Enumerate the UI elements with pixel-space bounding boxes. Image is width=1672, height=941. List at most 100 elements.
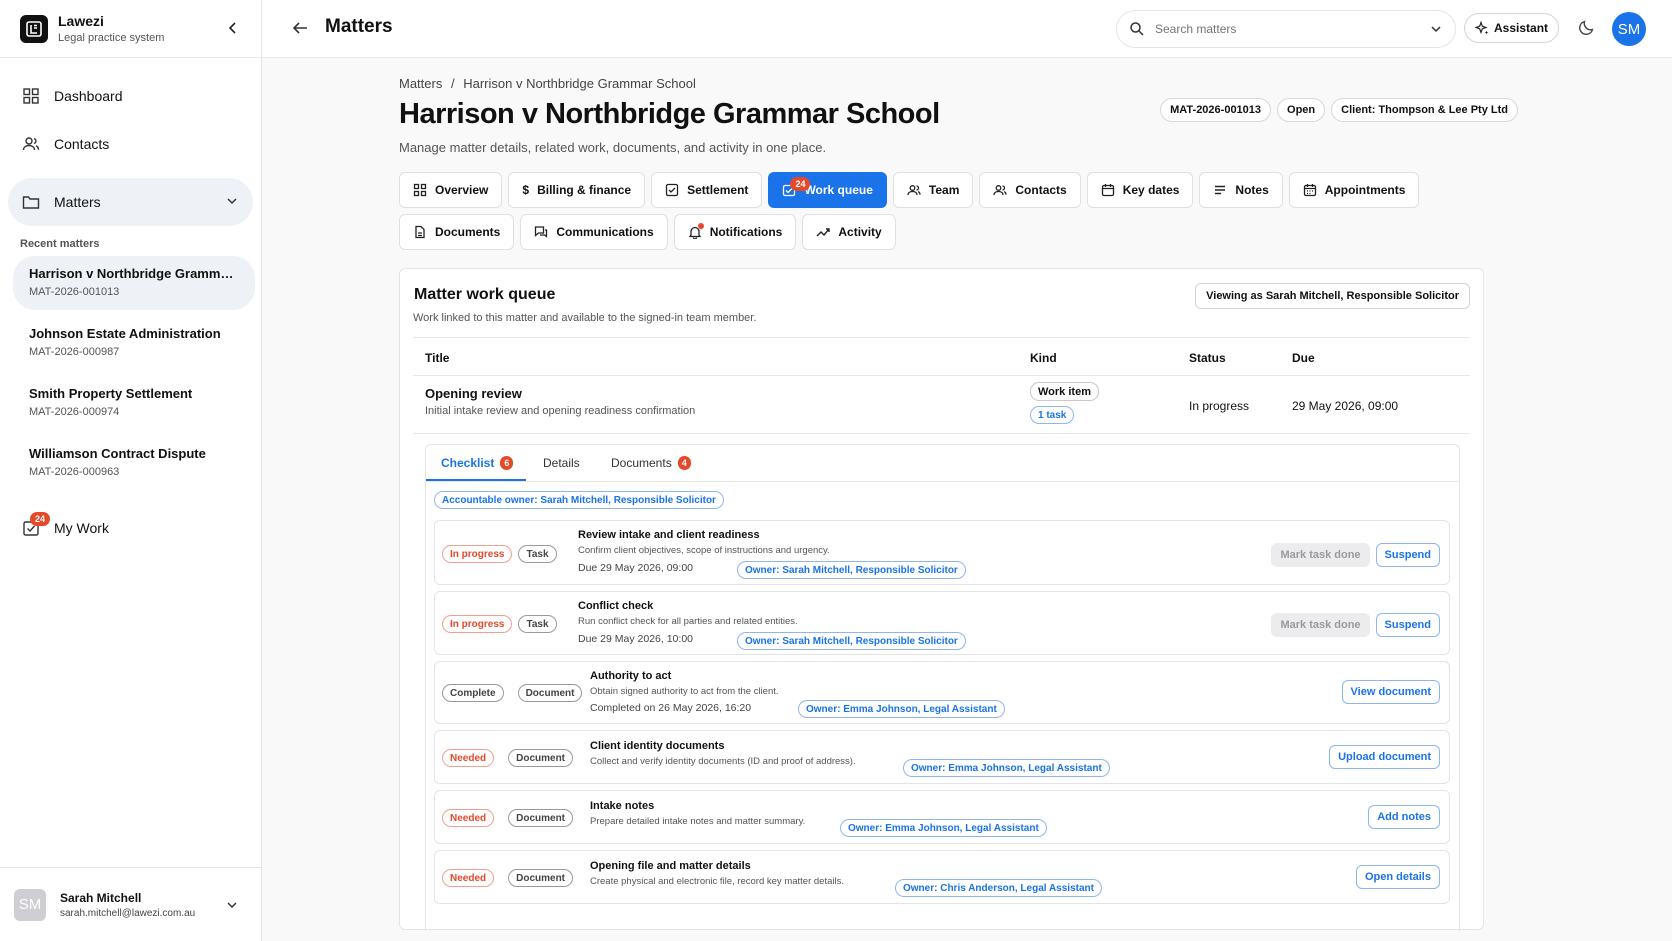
tab-label: Activity [838,225,882,239]
user-name: Sarah Mitchell [60,890,142,905]
task-owner-tag: Owner: Sarah Mitchell, Responsible Solic… [737,561,966,579]
task-desc: Run conflict check for all parties and r… [578,616,798,627]
recent-matter-code: MAT-2026-000987 [29,346,120,358]
tab-details[interactable]: Details [543,456,580,470]
tab-notifications[interactable]: Notifications [673,214,797,250]
calendar-grid-icon [1303,183,1325,197]
sidebar-item-label: Matters [54,194,101,210]
detail-tabs: Checklist 6 Details Documents 4 [426,445,1459,482]
task-due: Due 29 May 2026, 09:00 [578,562,693,574]
tab-key-dates[interactable]: Key dates [1086,172,1194,208]
status-badge: Needed [442,869,495,887]
grid-icon [413,183,435,197]
dark-mode-moon-icon[interactable] [1578,18,1596,36]
tab-activity[interactable]: Activity [802,214,896,250]
work-queue-card: Matter work queue Work linked to this ma… [399,268,1484,931]
mark-task-done-button[interactable]: Mark task done [1271,613,1370,637]
tab-label: Contacts [1015,183,1067,197]
recent-matter-item[interactable]: Harrison v Northbridge Grammar School MA… [13,256,255,310]
tab-documents[interactable]: Documents [399,214,515,250]
type-badge: Document [508,749,574,767]
tab-label: Appointments [1324,183,1406,197]
work-queue-title: Matter work queue [414,286,556,303]
task-title: Review intake and client readiness [578,529,760,541]
sidebar-item-my-work[interactable]: 24 My Work [8,504,253,552]
matter-title: Harrison v Northbridge Grammar School [399,98,940,130]
user-avatar: SM [14,888,46,921]
chevron-down-icon[interactable] [225,898,239,912]
chevron-down-icon[interactable] [1429,22,1443,36]
recent-matter-title: Harrison v Northbridge Grammar School [29,266,239,281]
tab-label: Documents [611,456,672,470]
task-desc: Create physical and electronic file, rec… [590,876,844,887]
status-badge: Complete [442,684,504,702]
task-desc: Collect and verify identity documents (I… [590,756,856,767]
task-title: Intake notes [590,800,655,812]
recent-matter-item[interactable]: Smith Property Settlement MAT-2026-00097… [13,376,255,430]
view-document-button[interactable]: View document [1341,680,1440,704]
table-row[interactable]: Opening review Initial intake review and… [413,376,1470,434]
tab-work-queue[interactable]: 24 Work queue [768,172,887,208]
recent-matter-item[interactable]: Williamson Contract Dispute MAT-2026-000… [13,436,255,490]
add-notes-button[interactable]: Add notes [1368,805,1440,829]
search-input[interactable] [1155,22,1429,36]
viewing-as-button[interactable]: Viewing as Sarah Mitchell, Responsible S… [1195,283,1470,309]
type-badge: Document [508,809,574,827]
search-box[interactable] [1116,10,1456,48]
assistant-button[interactable]: Assistant [1464,13,1560,43]
open-details-button[interactable]: Open details [1355,865,1440,889]
recent-matter-item[interactable]: Johnson Estate Administration MAT-2026-0… [13,316,255,370]
brand-subtitle: Legal practice system [58,32,165,44]
mark-task-done-button[interactable]: Mark task done [1271,543,1370,567]
collapse-sidebar-icon[interactable] [225,20,241,36]
tab-documents-inner[interactable]: Documents 4 [611,456,691,470]
user-avatar-button[interactable]: SM [1612,12,1646,46]
check-square-icon [665,183,687,197]
type-badge: Document [517,684,583,702]
lawezi-logo-icon [20,14,48,43]
tab-label: Key dates [1122,183,1180,197]
tab-label: Documents [435,225,501,239]
sparkle-icon [1475,21,1489,35]
tab-settlement[interactable]: Settlement [651,172,763,208]
tab-appointments[interactable]: Appointments [1288,172,1420,208]
tab-contacts[interactable]: Contacts [979,172,1081,208]
sidebar-item-contacts[interactable]: Contacts [8,120,253,168]
work-item-due: 29 May 2026, 09:00 [1292,399,1399,413]
task-title: Opening file and matter details [590,860,751,872]
tab-checklist[interactable]: Checklist 6 [441,456,514,470]
tab-overview[interactable]: Overview [399,172,503,208]
tab-notes[interactable]: Notes [1199,172,1283,208]
tab-label: Settlement [687,183,749,197]
accountable-owner-tag: Accountable owner: Sarah Mitchell, Respo… [434,491,724,509]
breadcrumb-matters-link[interactable]: Matters [399,76,442,91]
back-arrow-icon[interactable] [290,18,310,38]
task-due: Due 29 May 2026, 10:00 [578,633,693,645]
sidebar-item-matters[interactable]: Matters [8,178,253,226]
chevron-down-icon[interactable] [225,194,239,208]
upload-document-button[interactable]: Upload document [1329,745,1440,769]
sidebar-item-dashboard[interactable]: Dashboard [8,72,253,120]
table-header: Title Kind Status Due [413,337,1470,376]
brand-name: Lawezi [58,13,104,29]
work-item-status: In progress [1189,399,1250,413]
calendar-icon [1101,183,1123,197]
breadcrumb: Matters / Harrison v Northbridge Grammar… [399,76,696,91]
tab-team[interactable]: Team [892,172,974,208]
documents-badge: 4 [677,456,691,470]
tab-communications[interactable]: Communications [520,214,668,250]
top-bar: Matters Assistant SM [262,0,1672,58]
status-badge: Needed [442,809,495,827]
user-menu[interactable]: SM Sarah Mitchell sarah.mitchell@lawezi.… [0,867,261,941]
type-badge: Document [508,869,574,887]
status-badge: In progress [442,615,513,633]
tab-label: Details [543,456,580,470]
task-count-chip[interactable]: 1 task [1030,406,1075,424]
chat-icon [534,225,556,239]
recent-matter-title: Johnson Estate Administration [29,326,221,341]
tab-billing[interactable]: $ Billing & finance [508,172,646,208]
recent-matter-title: Williamson Contract Dispute [29,446,206,461]
suspend-button[interactable]: Suspend [1375,613,1440,637]
suspend-button[interactable]: Suspend [1375,543,1440,567]
tab-label: Overview [435,183,489,197]
